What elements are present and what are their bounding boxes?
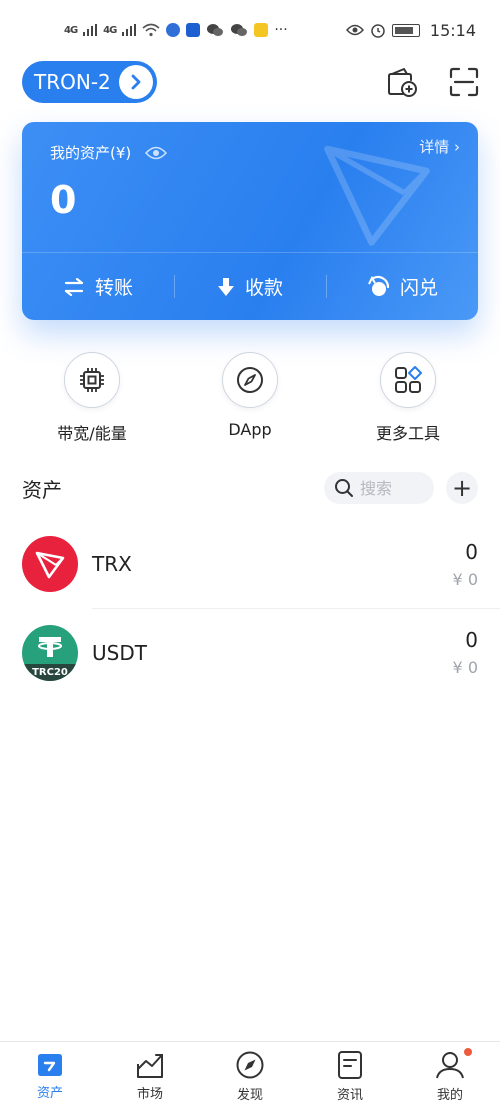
details-link[interactable]: 详情 › — [419, 136, 460, 157]
wifi-icon — [142, 23, 160, 37]
my-assets-label: 我的资产(¥) — [50, 144, 132, 162]
card-title-row: 我的资产(¥) — [50, 142, 168, 163]
token-values: 0 ¥ 0 — [453, 628, 478, 677]
assets-title: 资产 — [22, 477, 62, 502]
wallet-icon — [38, 1054, 62, 1076]
asset-search-input[interactable] — [360, 478, 430, 498]
header-actions — [384, 64, 482, 100]
plus-icon: + — [451, 474, 473, 502]
bandwidth-energy-tool[interactable]: 带宽/能量 — [22, 352, 162, 444]
receive-button[interactable]: 收款 — [174, 273, 326, 300]
nav-market[interactable]: 市场 — [100, 1042, 200, 1111]
scan-button[interactable] — [446, 64, 482, 100]
token-name: TRX — [92, 552, 132, 576]
token-amount: 0 — [465, 628, 478, 652]
nav-assets-label: 资产 — [36, 1086, 63, 1101]
bottom-nav: 资产 市场 发现 资讯 我的 — [0, 1041, 500, 1111]
notes-app-icon — [254, 23, 269, 37]
asset-card: 我的资产(¥) 详情 › 0 转账 收款 闪兑 — [22, 122, 478, 320]
more-tools[interactable]: 更多工具 — [338, 352, 478, 444]
token-amount: 0 — [465, 539, 478, 564]
nav-news[interactable]: 资讯 — [300, 1042, 400, 1111]
nav-mine-label: 我的 — [436, 1088, 463, 1103]
signal-2-icon: 4G — [103, 24, 117, 36]
status-left: 4G 4G ··· — [64, 22, 288, 38]
wallet-add-icon — [388, 68, 417, 97]
nav-news-label: 资讯 — [336, 1088, 363, 1103]
alarm-icon — [371, 24, 385, 38]
swap-label: 闪兑 — [399, 277, 438, 299]
chart-trend-icon — [137, 1054, 163, 1078]
eye-toggle-icon[interactable] — [145, 146, 168, 160]
swap-button[interactable]: 闪兑 — [326, 273, 478, 300]
trc20-badge: TRC20 — [22, 663, 78, 681]
nav-market-label: 市场 — [136, 1087, 163, 1102]
nav-assets[interactable]: 资产 — [0, 1042, 100, 1111]
more-tools-label: 更多工具 — [375, 424, 440, 443]
total-asset-amount: 0 — [50, 178, 77, 222]
swap-icon — [368, 275, 390, 296]
trx-logo-icon — [22, 536, 78, 592]
nav-mine[interactable]: 我的 — [400, 1042, 500, 1111]
dapp-tool[interactable]: DApp — [180, 352, 320, 439]
bandwidth-tool-label: 带宽/能量 — [57, 424, 127, 443]
more-notifications-icon: ··· — [274, 22, 288, 38]
token-row-trx[interactable]: TRX 0 ¥ 0 — [0, 520, 500, 608]
signal-bars-icon — [83, 24, 98, 36]
asset-search-box[interactable] — [324, 472, 434, 504]
add-asset-button[interactable]: + — [446, 472, 478, 504]
usdt-logo-icon: TRC20 — [22, 624, 78, 681]
chip-icon — [80, 368, 104, 392]
token-list: TRX 0 ¥ 0 TRC20 USDT 0 ¥ 0 — [0, 520, 500, 696]
status-time: 15:14 — [429, 20, 476, 40]
dapp-tool-label: DApp — [228, 420, 272, 439]
status-right: 15:14 — [345, 20, 476, 40]
transfer-icon — [64, 277, 84, 296]
compass-icon — [237, 367, 263, 393]
wechat-2-icon — [231, 24, 248, 36]
token-row-usdt[interactable]: TRC20 USDT 0 ¥ 0 — [22, 608, 500, 696]
tools-row: 带宽/能量 DApp 更多工具 — [0, 352, 500, 452]
assets-header: 资产 + — [22, 470, 478, 506]
token-values: 0 ¥ 0 — [453, 540, 478, 589]
browser-app-icon — [166, 23, 181, 37]
status-bar: 4G 4G ··· 15:14 — [0, 0, 500, 60]
wallet-switcher-button[interactable]: TRON-2 — [22, 61, 157, 103]
transfer-label: 转账 — [94, 277, 133, 299]
user-profile-icon — [436, 1052, 464, 1079]
tron-watermark-icon — [324, 145, 430, 246]
wallet-name: TRON-2 — [34, 70, 111, 94]
bandwidth-tool-circle — [64, 352, 120, 408]
notification-dot — [464, 1048, 472, 1056]
battery-icon — [391, 23, 420, 37]
search-icon — [335, 479, 353, 497]
nav-discover-label: 发现 — [236, 1088, 263, 1103]
transfer-button[interactable]: 转账 — [22, 273, 174, 300]
card-actions: 转账 收款 闪兑 — [22, 252, 478, 320]
grid-apps-icon — [395, 366, 422, 393]
nav-discover[interactable]: 发现 — [200, 1042, 300, 1111]
scan-icon — [449, 67, 479, 97]
add-wallet-button[interactable] — [384, 64, 420, 100]
download-arrow-icon — [217, 277, 234, 296]
signal-1-icon: 4G — [64, 24, 78, 36]
header: TRON-2 — [22, 60, 482, 104]
token-name: USDT — [92, 640, 147, 665]
security-app-icon — [186, 23, 201, 37]
signal-bars-2-icon — [122, 24, 137, 36]
more-tools-circle — [380, 352, 436, 408]
dapp-tool-circle — [222, 352, 278, 408]
eye-icon — [345, 24, 364, 36]
news-document-icon — [338, 1051, 362, 1079]
assets-tools: + — [324, 472, 478, 504]
token-fiat-value: ¥ 0 — [452, 658, 478, 677]
chevron-right-icon — [118, 65, 153, 99]
token-fiat-value: ¥ 0 — [452, 569, 478, 589]
receive-label: 收款 — [244, 277, 283, 299]
discover-compass-icon — [236, 1051, 264, 1079]
wechat-icon — [207, 24, 224, 36]
